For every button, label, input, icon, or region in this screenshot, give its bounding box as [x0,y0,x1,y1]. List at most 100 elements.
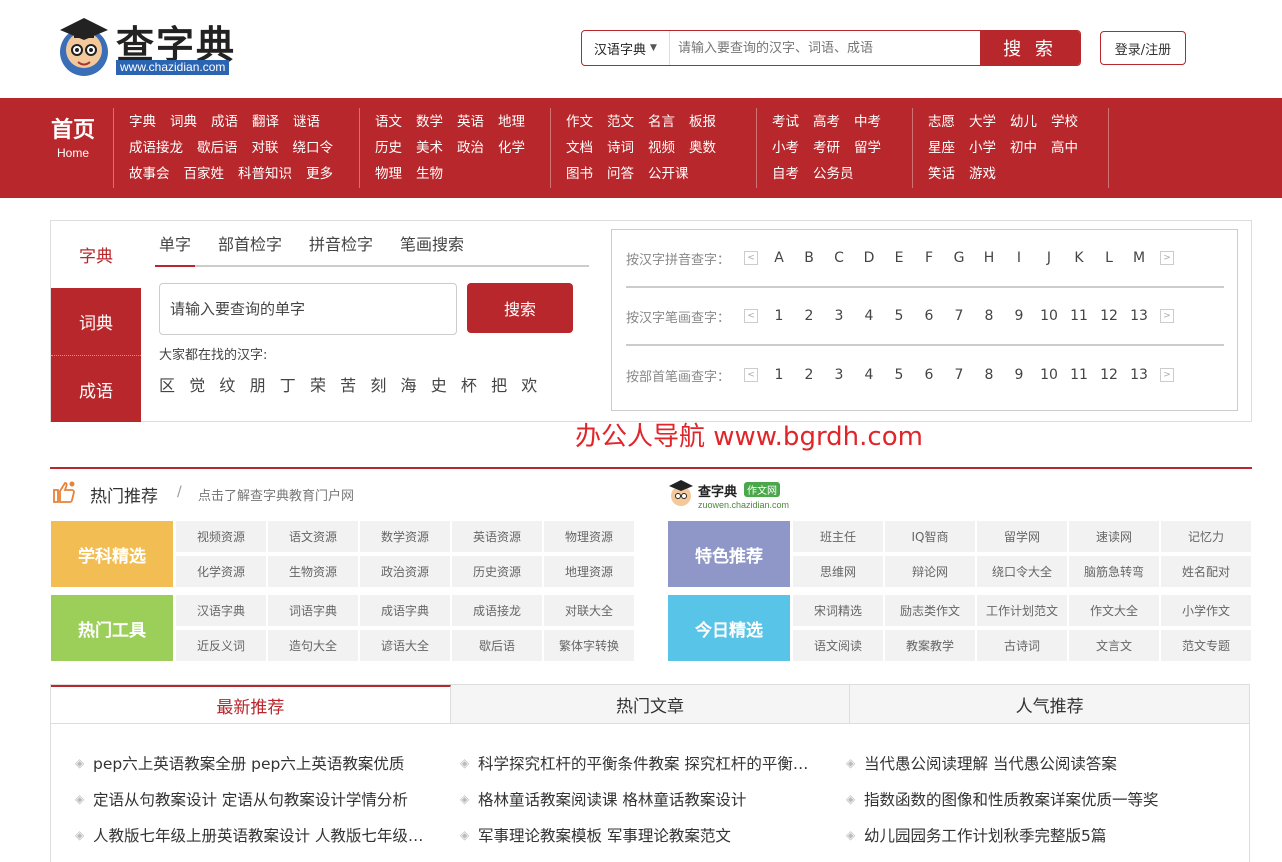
hot-char[interactable]: 史 [431,372,461,396]
resource-link[interactable]: 汉语字典 [176,595,266,626]
resource-link[interactable]: 思维网 [793,556,883,587]
category-block[interactable]: 特色推荐 [668,521,790,587]
nav-link[interactable]: 英语 [457,114,484,130]
resource-link[interactable]: 歇后语 [452,630,542,661]
nav-link[interactable]: 星座 [928,140,955,156]
nav-link[interactable]: 图书 [566,166,593,182]
lookup-item[interactable]: D [854,250,884,266]
resource-link[interactable]: 词语字典 [268,595,358,626]
nav-link[interactable]: 考研 [813,140,840,156]
hot-char[interactable]: 朋 [250,372,280,396]
article-link[interactable]: ◈ 当代愚公阅读理解 当代愚公阅读答案 [846,752,1117,774]
resource-link[interactable]: 古诗词 [977,630,1067,661]
nav-link[interactable]: 视频 [648,140,675,156]
nav-link[interactable]: 名言 [648,114,675,130]
resource-link[interactable]: 励志类作文 [885,595,975,626]
lookup-item[interactable]: 2 [794,308,824,324]
lookup-item[interactable]: 3 [824,308,854,324]
resource-link[interactable]: 记忆力 [1161,521,1251,552]
resource-link[interactable]: 班主任 [793,521,883,552]
resource-link[interactable]: 成语字典 [360,595,450,626]
lookup-item[interactable]: 4 [854,367,884,383]
tab-zidian[interactable]: 字典 [51,221,141,288]
nav-link[interactable]: 成语接龙 [129,140,183,156]
category-block[interactable]: 今日精选 [668,595,790,661]
nav-link[interactable]: 更多 [306,166,333,182]
lookup-item[interactable]: 3 [824,367,854,383]
category-block[interactable]: 学科精选 [51,521,173,587]
nav-link[interactable]: 政治 [457,140,484,156]
lookup-item[interactable]: I [1004,250,1034,266]
nav-link[interactable]: 中考 [854,114,881,130]
nav-link[interactable]: 范文 [607,114,634,130]
chevron-right-icon[interactable]: > [1160,368,1174,382]
tab-cidian[interactable]: 词典 [51,288,141,355]
resource-link[interactable]: 英语资源 [452,521,542,552]
hot-char[interactable]: 刻 [370,372,400,396]
nav-link[interactable]: 科普知识 [238,166,292,182]
nav-link[interactable]: 作文 [566,114,593,130]
lookup-item[interactable]: 13 [1124,367,1154,383]
lookup-item[interactable]: 11 [1064,367,1094,383]
lookup-item[interactable]: 8 [974,308,1004,324]
lookup-item[interactable]: E [884,250,914,266]
resource-link[interactable]: 姓名配对 [1161,556,1251,587]
lookup-item[interactable]: 10 [1034,308,1064,324]
search-button[interactable]: 搜 索 [980,31,1080,65]
login-button[interactable]: 登录/注册 [1100,31,1186,65]
lookup-item[interactable]: 1 [764,308,794,324]
resource-link[interactable]: 视频资源 [176,521,266,552]
resource-link[interactable]: 绕口令大全 [977,556,1067,587]
resource-link[interactable]: 地理资源 [544,556,634,587]
subtab-bihua[interactable]: 笔画搜索 [396,233,468,267]
nav-link[interactable]: 数学 [416,114,443,130]
nav-link[interactable]: 字典 [129,114,156,130]
resource-link[interactable]: 留学网 [977,521,1067,552]
tab-hot-articles[interactable]: 热门文章 [451,685,851,723]
nav-link[interactable]: 歇后语 [197,140,238,156]
nav-link[interactable]: 幼儿 [1010,114,1037,130]
nav-link[interactable]: 高考 [813,114,840,130]
article-link[interactable]: ◈ pep六上英语教案全册 pep六上英语教案优质 [75,752,404,774]
nav-link[interactable]: 历史 [375,140,402,156]
chevron-right-icon[interactable]: > [1160,309,1174,323]
lookup-item[interactable]: 6 [914,367,944,383]
resource-link[interactable]: 对联大全 [544,595,634,626]
nav-link[interactable]: 自考 [772,166,799,182]
hot-char[interactable]: 觉 [189,372,219,396]
resource-link[interactable]: 文言文 [1069,630,1159,661]
lookup-item[interactable]: 9 [1004,308,1034,324]
lookup-item[interactable]: A [764,250,794,266]
nav-link[interactable]: 问答 [607,166,634,182]
chevron-left-icon[interactable]: < [744,251,758,265]
resource-link[interactable]: 语文资源 [268,521,358,552]
nav-link[interactable]: 翻译 [252,114,279,130]
lookup-item[interactable]: B [794,250,824,266]
lookup-item[interactable]: 12 [1094,308,1124,324]
nav-link[interactable]: 志愿 [928,114,955,130]
chevron-right-icon[interactable]: > [1160,251,1174,265]
logo-url[interactable]: www.chazidian.com [116,60,230,75]
lookup-item[interactable]: 7 [944,367,974,383]
resource-link[interactable]: 繁体字转换 [544,630,634,661]
lookup-item[interactable]: 1 [764,367,794,383]
subtab-pinyin[interactable]: 拼音检字 [305,233,377,267]
hot-char[interactable]: 纹 [219,372,249,396]
resource-link[interactable]: 成语接龙 [452,595,542,626]
hot-char[interactable]: 欢 [521,372,551,396]
tab-chengyu[interactable]: 成语 [51,355,141,422]
nav-link[interactable]: 生物 [416,166,443,182]
tab-popular[interactable]: 人气推荐 [850,685,1249,723]
hot-char[interactable]: 海 [401,372,431,396]
resource-link[interactable]: IQ智商 [885,521,975,552]
hot-char[interactable]: 苦 [340,372,370,396]
mascot-logo-icon[interactable] [54,12,112,78]
lookup-item[interactable]: 10 [1034,367,1064,383]
lookup-item[interactable]: 8 [974,367,1004,383]
lookup-item[interactable]: M [1124,250,1154,266]
nav-link[interactable]: 绕口令 [293,140,334,156]
resource-link[interactable]: 造句大全 [268,630,358,661]
resource-link[interactable]: 作文大全 [1069,595,1159,626]
lookup-item[interactable]: L [1094,250,1124,266]
resource-link[interactable]: 历史资源 [452,556,542,587]
